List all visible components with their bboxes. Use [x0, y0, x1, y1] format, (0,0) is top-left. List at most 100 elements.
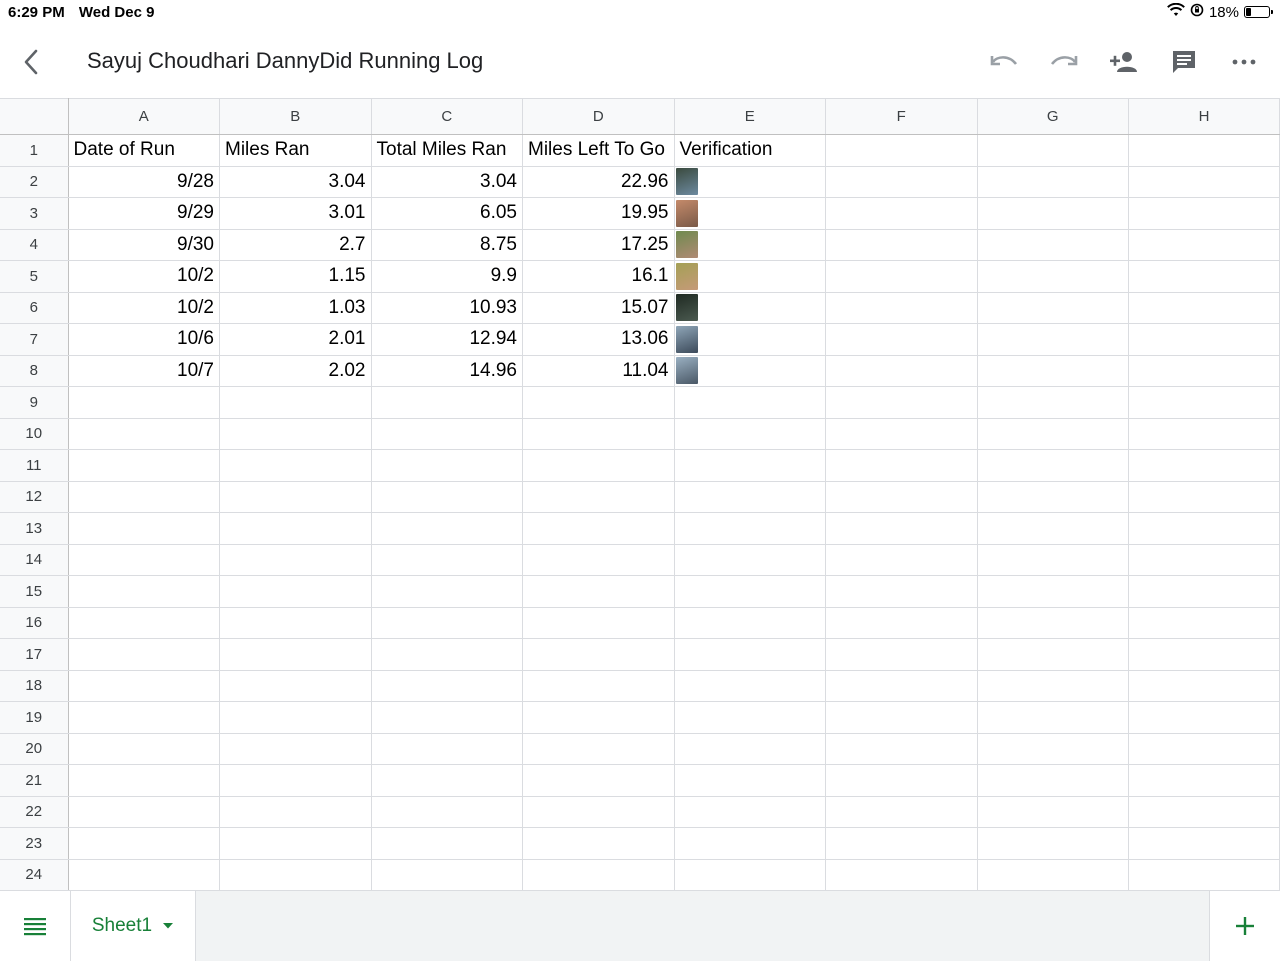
header-cell-verification[interactable]: Verification — [674, 134, 826, 167]
row-header[interactable]: 3 — [0, 197, 69, 230]
cell-miles-ran[interactable]: 3.04 — [219, 166, 372, 198]
cell[interactable] — [977, 512, 1129, 545]
row-header[interactable]: 1 — [0, 134, 69, 167]
cell[interactable] — [1128, 166, 1280, 198]
cell-total-miles[interactable]: 10.93 — [371, 292, 523, 324]
cell[interactable] — [674, 670, 826, 702]
cell-miles-ran[interactable]: 3.01 — [219, 197, 372, 230]
cell[interactable] — [1128, 134, 1280, 167]
header-cell-miles[interactable]: Miles Ran — [219, 134, 372, 167]
cell-date-of-run[interactable]: 10/2 — [68, 260, 220, 293]
cell[interactable] — [522, 607, 675, 639]
all-sheets-button[interactable] — [0, 891, 70, 961]
column-header-d[interactable]: D — [522, 98, 675, 135]
cell[interactable] — [825, 197, 978, 230]
cell-verification[interactable] — [674, 323, 826, 356]
cell[interactable] — [977, 827, 1129, 860]
cell[interactable] — [219, 733, 372, 765]
row-header[interactable]: 4 — [0, 229, 69, 261]
cell-miles-ran[interactable]: 1.15 — [219, 260, 372, 293]
cell[interactable] — [68, 670, 220, 702]
cell[interactable] — [977, 544, 1129, 576]
cell[interactable] — [371, 796, 523, 828]
cell[interactable] — [522, 544, 675, 576]
cell[interactable] — [522, 481, 675, 513]
cell[interactable] — [68, 638, 220, 671]
cell[interactable] — [674, 481, 826, 513]
cell-miles-ran[interactable]: 1.03 — [219, 292, 372, 324]
photo-thumbnail-icon[interactable] — [675, 199, 698, 227]
column-header-b[interactable]: B — [219, 98, 372, 135]
add-sheet-button[interactable] — [1209, 891, 1280, 961]
cell-total-miles[interactable]: 3.04 — [371, 166, 523, 198]
cell[interactable] — [674, 512, 826, 545]
cell[interactable] — [977, 260, 1129, 293]
cell[interactable] — [977, 449, 1129, 482]
cell[interactable] — [371, 701, 523, 734]
cell[interactable] — [371, 733, 523, 765]
cell[interactable] — [977, 481, 1129, 513]
row-header[interactable]: 23 — [0, 827, 69, 860]
cell-date-of-run[interactable]: 10/7 — [68, 355, 220, 387]
cell[interactable] — [371, 670, 523, 702]
cell[interactable] — [371, 418, 523, 450]
cell[interactable] — [1128, 355, 1280, 387]
cell[interactable] — [68, 481, 220, 513]
cell[interactable] — [68, 607, 220, 639]
cell[interactable] — [977, 418, 1129, 450]
cell[interactable] — [1128, 292, 1280, 324]
cell[interactable] — [825, 449, 978, 482]
cell[interactable] — [522, 670, 675, 702]
cell[interactable] — [1128, 575, 1280, 608]
cell[interactable] — [1128, 481, 1280, 513]
photo-thumbnail-icon[interactable] — [675, 357, 698, 385]
cell[interactable] — [219, 544, 372, 576]
row-header[interactable]: 17 — [0, 638, 69, 671]
cell[interactable] — [1128, 701, 1280, 734]
cell-miles-ran[interactable]: 2.7 — [219, 229, 372, 261]
cell[interactable] — [825, 764, 978, 797]
back-button[interactable] — [14, 44, 48, 80]
header-cell-total[interactable]: Total Miles Ran — [371, 134, 523, 167]
cell[interactable] — [825, 575, 978, 608]
cell[interactable] — [219, 638, 372, 671]
cell[interactable] — [219, 449, 372, 482]
select-all-corner[interactable] — [0, 98, 69, 135]
tab-sheet1[interactable]: Sheet1 — [70, 891, 196, 961]
cell-miles-left[interactable]: 17.25 — [522, 229, 675, 261]
cell[interactable] — [1128, 796, 1280, 828]
cell[interactable] — [977, 701, 1129, 734]
cell-date-of-run[interactable]: 10/6 — [68, 323, 220, 356]
cell-verification[interactable] — [674, 260, 826, 293]
cell[interactable] — [219, 512, 372, 545]
cell[interactable] — [825, 607, 978, 639]
column-header-h[interactable]: H — [1128, 98, 1280, 135]
cell-verification[interactable] — [674, 197, 826, 230]
cell-verification[interactable] — [674, 355, 826, 387]
cell[interactable] — [68, 859, 220, 890]
cell[interactable] — [674, 544, 826, 576]
cell[interactable] — [522, 827, 675, 860]
cell[interactable] — [371, 575, 523, 608]
cell[interactable] — [219, 859, 372, 890]
cell[interactable] — [522, 764, 675, 797]
cell[interactable] — [219, 796, 372, 828]
cell-date-of-run[interactable]: 9/29 — [68, 197, 220, 230]
cell[interactable] — [522, 796, 675, 828]
cell[interactable] — [674, 827, 826, 860]
cell[interactable] — [674, 859, 826, 890]
cell[interactable] — [1128, 418, 1280, 450]
photo-thumbnail-icon[interactable] — [675, 168, 698, 196]
cell[interactable] — [68, 418, 220, 450]
cell[interactable] — [977, 197, 1129, 230]
cell[interactable] — [68, 449, 220, 482]
cell[interactable] — [522, 418, 675, 450]
cell-verification[interactable] — [674, 166, 826, 198]
cell[interactable] — [219, 575, 372, 608]
cell[interactable] — [371, 481, 523, 513]
cell[interactable] — [977, 670, 1129, 702]
cell[interactable] — [674, 575, 826, 608]
cell[interactable] — [674, 607, 826, 639]
cell-miles-left[interactable]: 19.95 — [522, 197, 675, 230]
cell[interactable] — [825, 670, 978, 702]
